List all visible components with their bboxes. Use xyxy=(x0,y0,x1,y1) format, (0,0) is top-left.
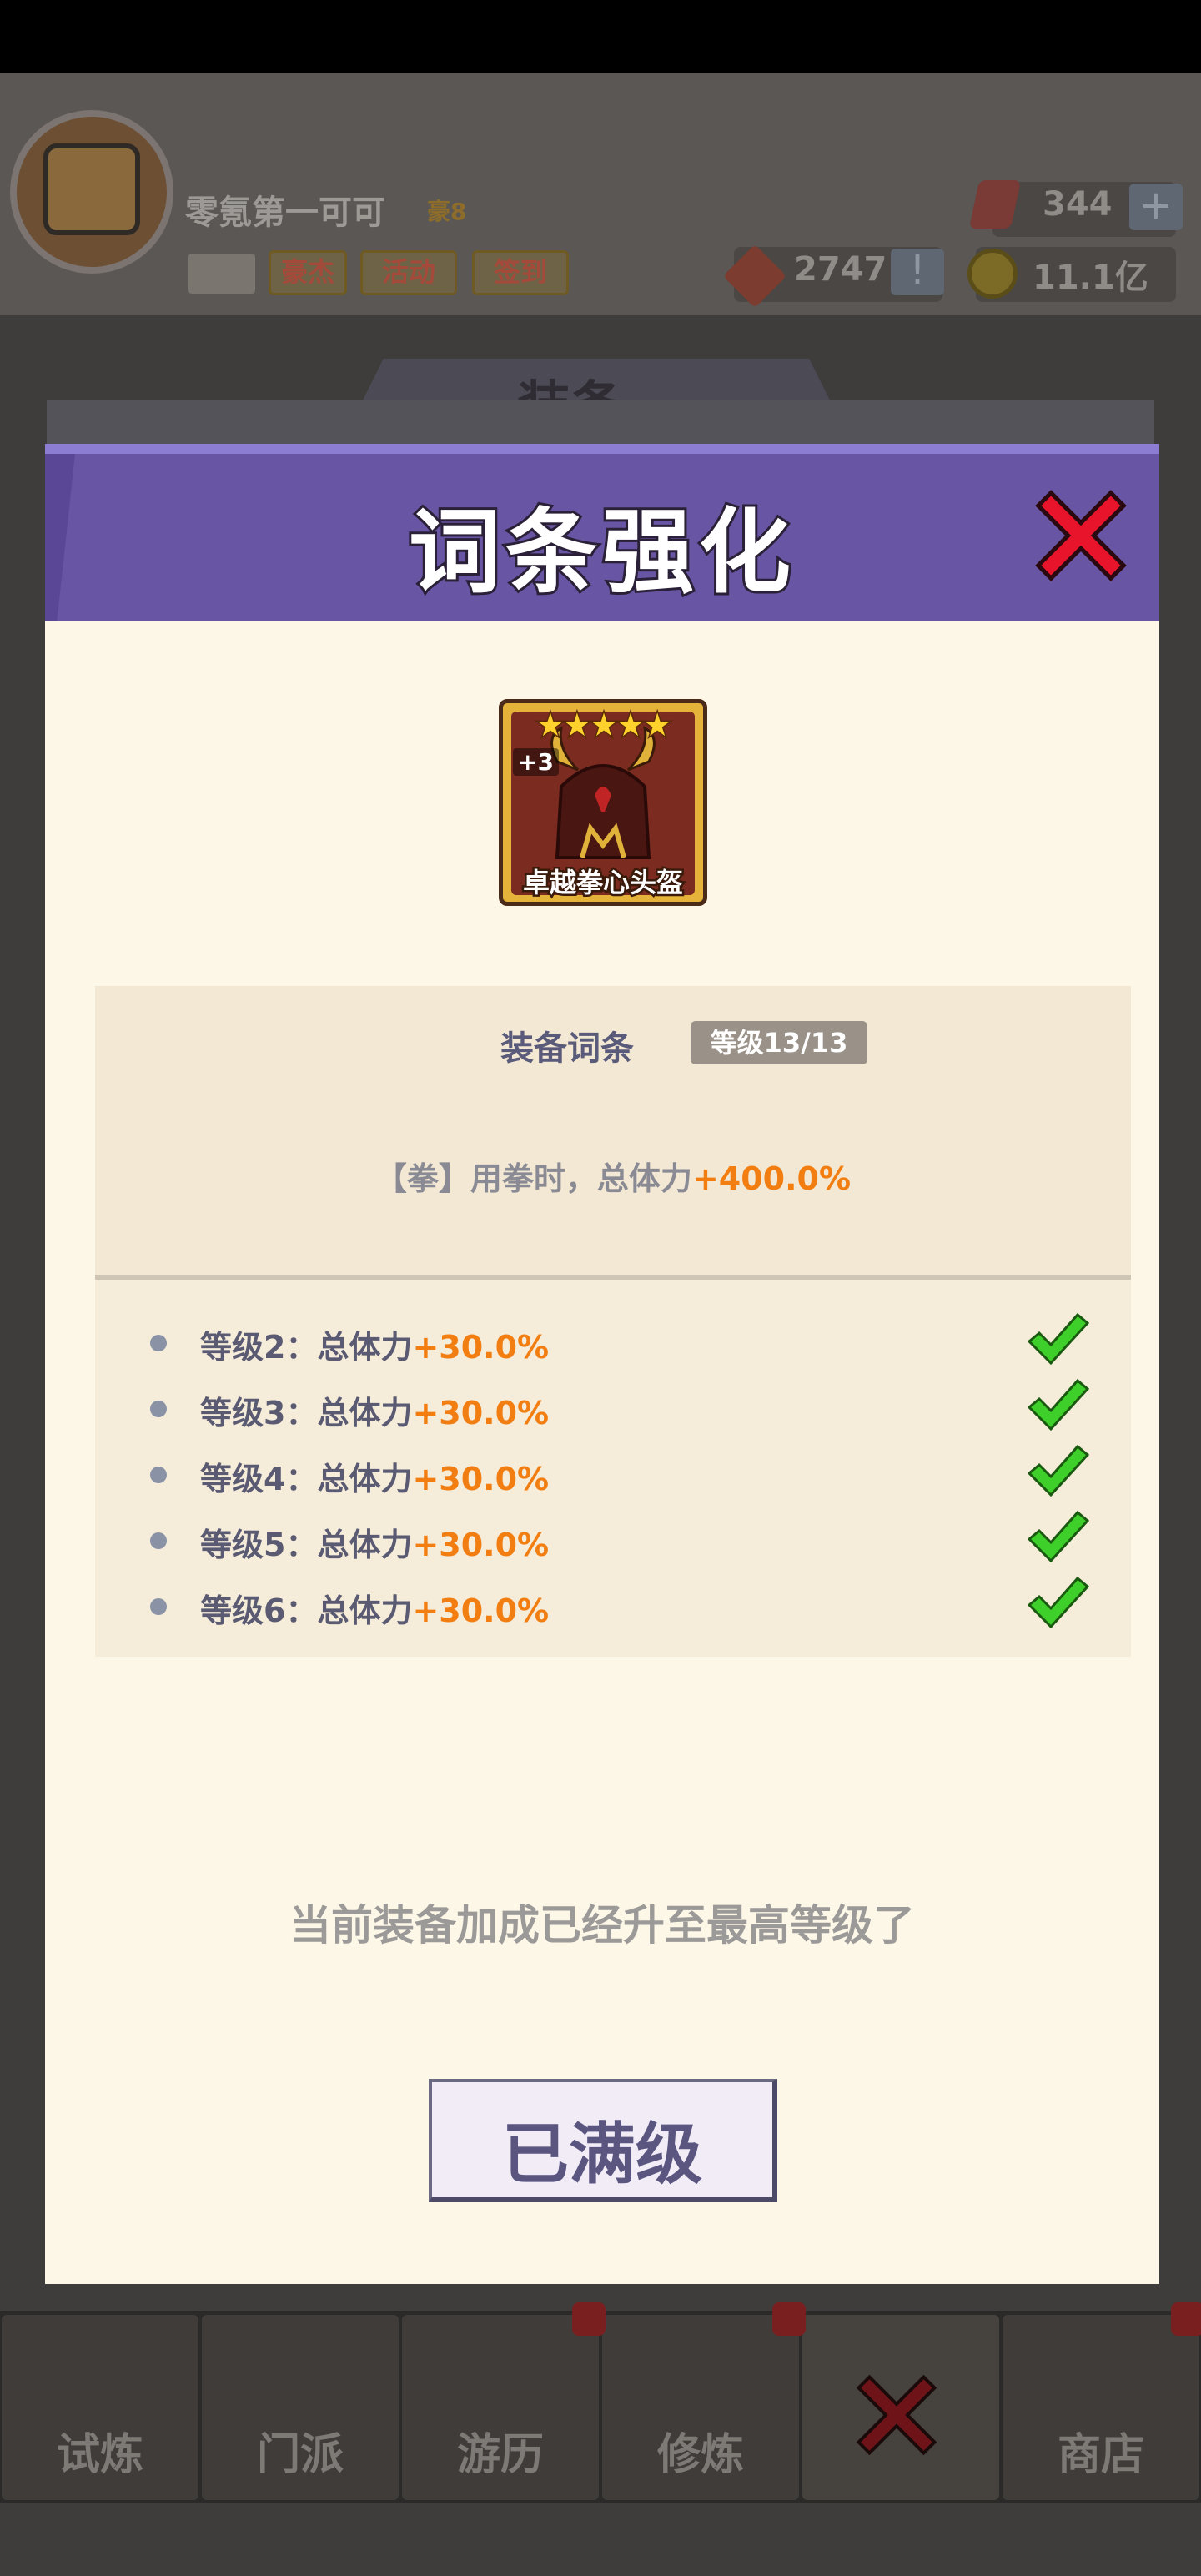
level-value: +30.0% xyxy=(412,1527,550,1563)
level-label: 等级6：总体力 xyxy=(200,1592,413,1629)
max-level-button-label: 已满级 xyxy=(502,2116,702,2193)
affix-level-badge: 等级13/13 xyxy=(691,1021,867,1064)
tab-cultivate-label: 修炼 xyxy=(656,2430,744,2480)
dialog-title: 词条强化 xyxy=(406,496,796,608)
list-item: 等级2：总体力+30.0% xyxy=(150,1312,1101,1368)
level-text: 等级4：总体力+30.0% xyxy=(200,1453,549,1499)
close-button[interactable] xyxy=(1028,482,1134,589)
token-count: 2747 xyxy=(794,250,887,289)
tab-travel-label: 游历 xyxy=(456,2430,544,2480)
level-label: 等级3：总体力 xyxy=(200,1395,413,1431)
bullet xyxy=(150,1598,167,1615)
check-icon xyxy=(1027,1378,1089,1431)
bullet xyxy=(150,1401,167,1417)
check-icon xyxy=(1027,1444,1089,1497)
gem-count: 344 xyxy=(1043,185,1113,224)
level-label: 等级2：总体力 xyxy=(200,1329,413,1366)
level-value: +30.0% xyxy=(412,1461,550,1497)
level-text: 等级3：总体力+30.0% xyxy=(200,1387,549,1433)
add-gem-button[interactable]: + xyxy=(1129,184,1183,230)
tab-shop-label: 商店 xyxy=(1057,2430,1144,2480)
level-label: 等级4：总体力 xyxy=(200,1461,413,1497)
bullet xyxy=(150,1532,167,1549)
level-value: +30.0% xyxy=(412,1329,550,1366)
level-text: 等级2：总体力+30.0% xyxy=(200,1321,549,1367)
list-item: 等级6：总体力+30.0% xyxy=(150,1576,1101,1632)
affix-main-value: +400.0% xyxy=(691,1160,852,1197)
level-value: +30.0% xyxy=(412,1395,550,1431)
mail-icon[interactable] xyxy=(188,254,255,294)
star-rating: ★★★★★ xyxy=(535,706,672,745)
chest-icon xyxy=(43,143,140,235)
max-level-button[interactable]: 已满级 xyxy=(429,2079,777,2202)
enhance-level-badge: +3 xyxy=(513,748,559,776)
notification-dot xyxy=(772,2302,806,2336)
affix-title: 装备词条 xyxy=(500,1029,634,1068)
coin-count: 11.1亿 xyxy=(1033,259,1148,297)
affix-main-effect: 【拳】用拳时，总体力+400.0% xyxy=(95,1153,1131,1199)
bullet xyxy=(150,1467,167,1483)
level-value: +30.0% xyxy=(412,1592,550,1629)
tab-sect-label: 门派 xyxy=(256,2430,344,2480)
list-item: 等级3：总体力+30.0% xyxy=(150,1378,1101,1434)
check-icon xyxy=(1027,1510,1089,1563)
level-text: 等级6：总体力+30.0% xyxy=(200,1585,549,1631)
level-text: 等级5：总体力+30.0% xyxy=(200,1519,549,1565)
status-bar xyxy=(0,0,1201,73)
notification-dot xyxy=(1171,2302,1201,2336)
bullet xyxy=(150,1335,167,1351)
list-item: 等级5：总体力+30.0% xyxy=(150,1510,1101,1566)
vip-badge: 豪8 xyxy=(427,198,467,225)
close-icon[interactable] xyxy=(842,2361,951,2469)
max-level-note: 当前装备加成已经升至最高等级了 xyxy=(289,1901,915,1950)
list-item: 等级4：总体力+30.0% xyxy=(150,1444,1101,1500)
affix-main-label: 【拳】用拳时，总体力 xyxy=(374,1160,692,1197)
coin-icon xyxy=(967,249,1018,299)
notification-dot xyxy=(572,2302,606,2336)
token-alert-button[interactable]: ! xyxy=(891,249,944,295)
activity-button[interactable]: 活动 xyxy=(360,250,457,295)
equipment-item-card: ★★★★★ +3 卓越拳心头盔 xyxy=(499,699,707,906)
check-icon xyxy=(1027,1312,1089,1366)
level-label: 等级5：总体力 xyxy=(200,1527,413,1563)
hero-button[interactable]: 豪杰 xyxy=(269,250,347,295)
player-name: 零氪第一可可 xyxy=(185,194,385,232)
item-name: 卓越拳心头盔 xyxy=(520,865,685,901)
signin-button[interactable]: 签到 xyxy=(472,250,569,295)
check-icon xyxy=(1027,1576,1089,1629)
tab-trial-label: 试炼 xyxy=(56,2430,143,2480)
